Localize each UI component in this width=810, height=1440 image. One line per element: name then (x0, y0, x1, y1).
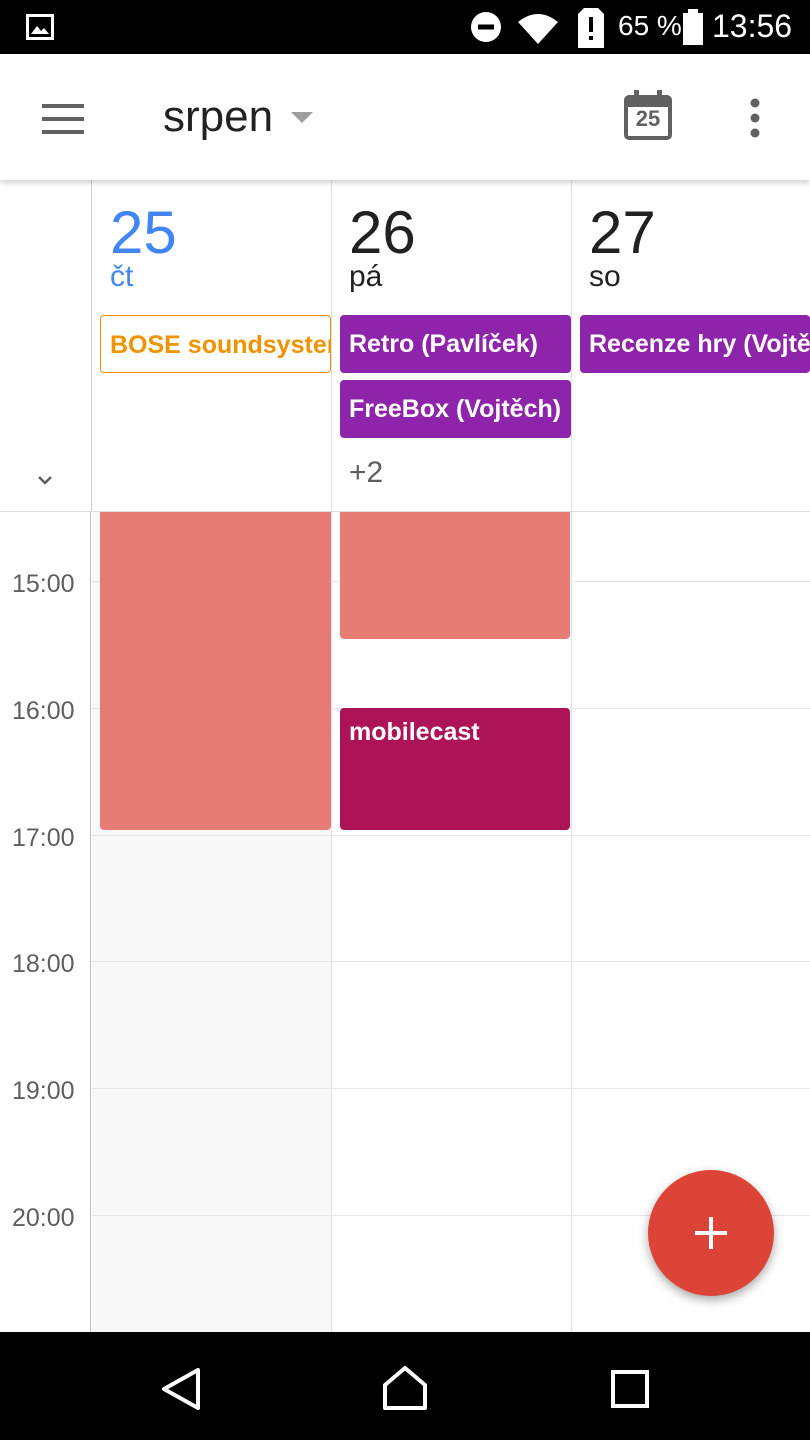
day-number-26[interactable]: 26 (349, 198, 416, 267)
wifi-icon (518, 14, 558, 44)
battery-percent: 65 % (618, 10, 682, 41)
time-label-16: 16:00 (12, 697, 75, 725)
plus-icon (695, 1217, 727, 1249)
day-header: 25 čt 26 pá 27 so BOSE soundsystem Retro… (0, 180, 810, 512)
battery-icon (683, 9, 703, 45)
all-day-event-bose[interactable]: BOSE soundsystem (100, 315, 331, 373)
all-day-event-freebox[interactable]: FreeBox (Vojtěch) (340, 380, 571, 438)
day-number-25[interactable]: 25 (110, 198, 177, 267)
recents-icon[interactable] (611, 1370, 649, 1408)
time-label-20: 20:00 (12, 1204, 75, 1232)
time-label-18: 18:00 (12, 950, 75, 978)
status-bar: 65 % 13:56 (0, 0, 810, 54)
more-vert-icon[interactable] (748, 98, 762, 138)
today-button[interactable]: 25 (624, 90, 672, 140)
time-label-19: 19:00 (12, 1077, 75, 1105)
month-selector[interactable]: srpen (163, 92, 273, 142)
day-name-26: pá (349, 260, 383, 293)
back-icon[interactable] (160, 1367, 202, 1411)
do-not-disturb-icon (471, 12, 501, 42)
event-mobilecast[interactable]: mobilecast (340, 708, 570, 830)
app-bar: srpen 25 (0, 54, 810, 180)
all-day-event-retro[interactable]: Retro (Pavlíček) (340, 315, 571, 373)
time-label-17: 17:00 (12, 824, 75, 852)
time-label-15: 15:00 (12, 570, 75, 598)
all-day-event-recenze[interactable]: Recenze hry (Vojtěch) (580, 315, 810, 373)
navigation-bar (0, 1332, 810, 1440)
today-icon-day: 25 (635, 106, 661, 131)
event-block-thursday[interactable] (100, 512, 331, 830)
home-icon[interactable] (382, 1365, 428, 1411)
sim-alert-icon (578, 8, 604, 48)
add-event-button[interactable] (648, 1170, 774, 1296)
image-notification-icon (26, 14, 54, 40)
menu-icon[interactable] (42, 104, 84, 134)
day-number-27[interactable]: 27 (589, 198, 656, 267)
day-name-27: so (589, 260, 621, 293)
day-name-25: čt (110, 260, 134, 293)
more-events-link[interactable]: +2 (349, 456, 383, 490)
dropdown-arrow-icon[interactable] (291, 112, 313, 124)
collapse-chevron-icon[interactable] (37, 475, 53, 485)
event-block-friday[interactable] (340, 512, 570, 639)
clock: 13:56 (712, 8, 793, 44)
